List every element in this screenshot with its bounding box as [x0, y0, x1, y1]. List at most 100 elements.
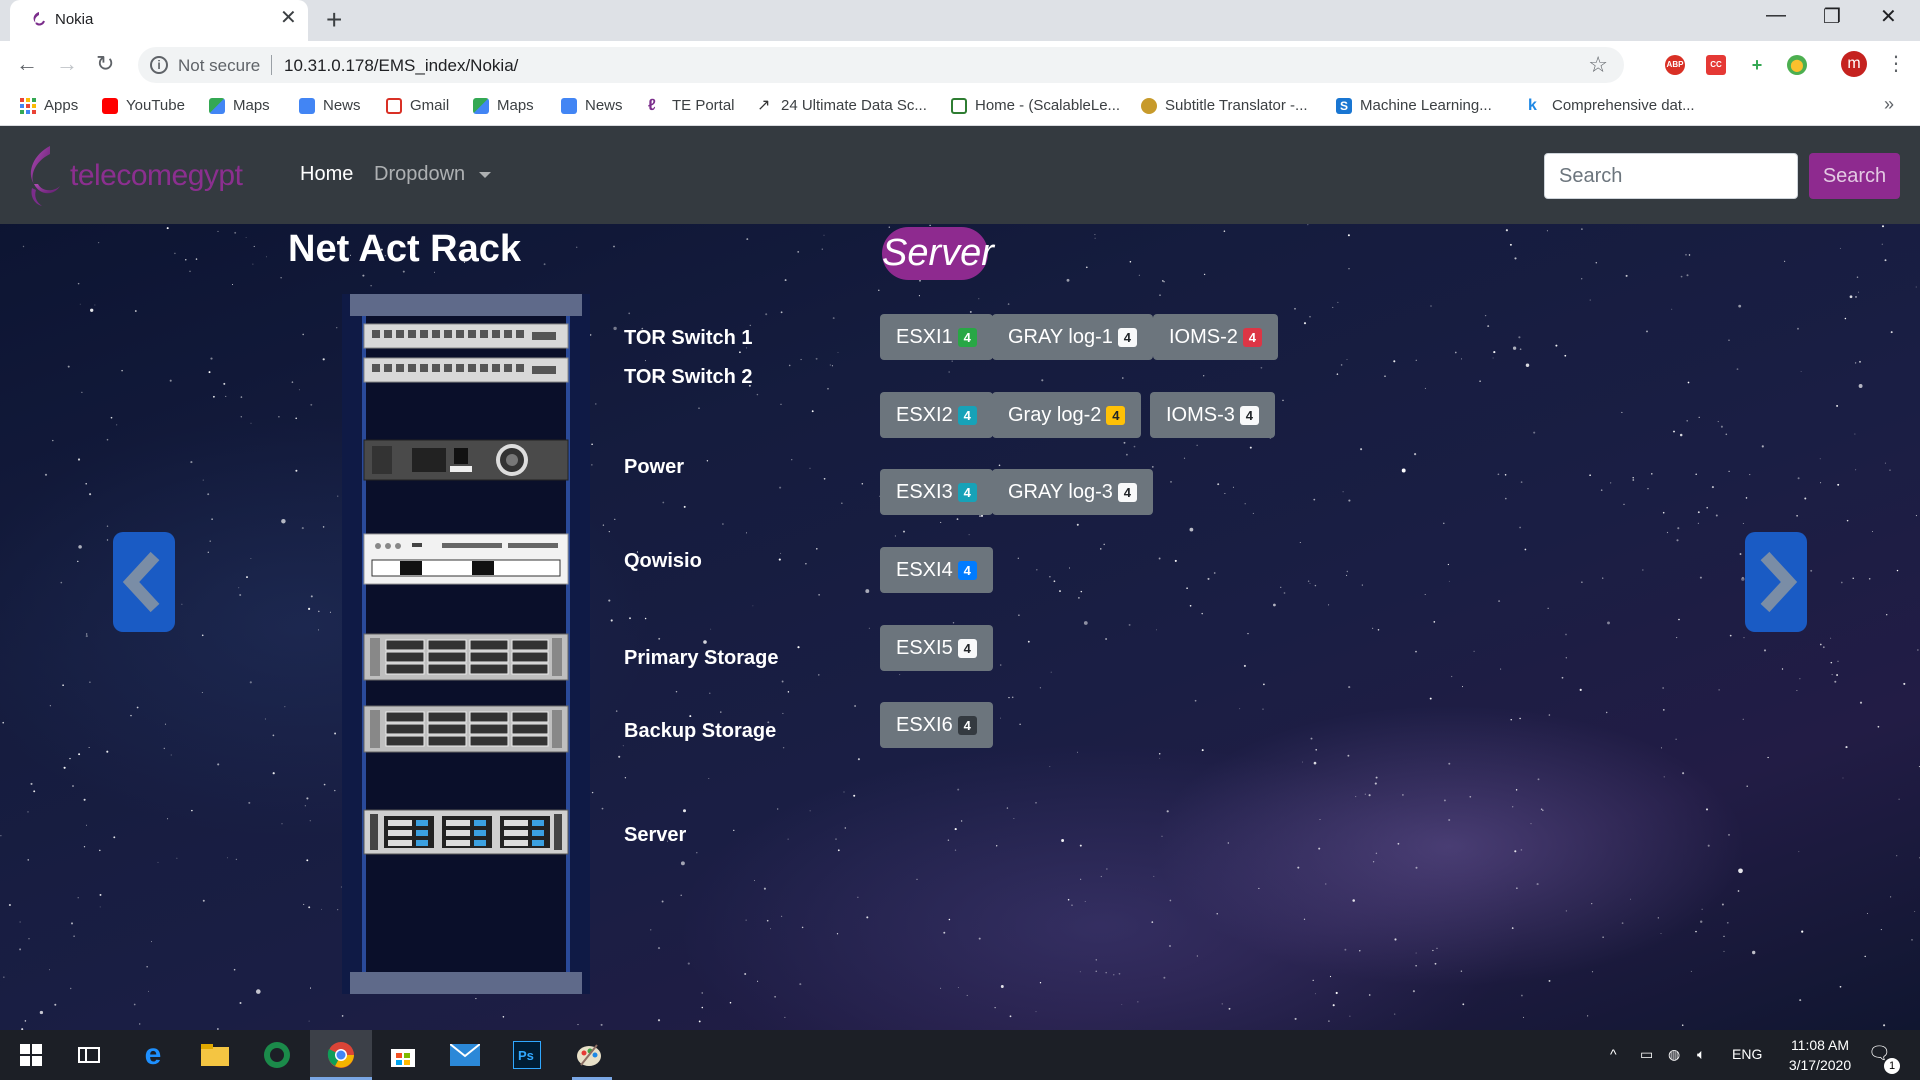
- star-dot: [622, 745, 624, 747]
- carousel-prev-button[interactable]: [113, 532, 175, 632]
- windows-start-icon[interactable]: [16, 1040, 46, 1070]
- star-dot: [1083, 621, 1088, 625]
- plus-extension-icon[interactable]: +: [1747, 55, 1767, 75]
- server-count-badge: 4: [957, 482, 977, 502]
- star-dot: [1126, 453, 1128, 456]
- server-count-badge: 4: [1106, 405, 1126, 425]
- star-dot: [784, 279, 787, 282]
- url-text[interactable]: 10.31.0.178/EMS_index/Nokia/: [284, 56, 518, 76]
- star-dot: [1183, 457, 1186, 459]
- star-dot: [337, 909, 339, 911]
- bookmark-gmail[interactable]: Gmail: [386, 97, 449, 114]
- nav-home-link[interactable]: Home: [300, 163, 353, 186]
- volume-muted-icon[interactable]: 🔈︎: [1697, 1046, 1705, 1063]
- bookmark-comprehensive[interactable]: k Comprehensive dat...: [1528, 97, 1695, 114]
- star-dot: [1094, 237, 1096, 239]
- server-button-gray-log-3[interactable]: GRAY log-3 4: [992, 469, 1153, 515]
- reload-icon[interactable]: ↻: [96, 50, 114, 78]
- file-explorer-icon[interactable]: [200, 1040, 230, 1070]
- server-button-esxi3[interactable]: ESXI3 4: [880, 469, 993, 515]
- star-dot: [121, 369, 123, 372]
- star-dot: [27, 859, 29, 861]
- bookmark-news-2[interactable]: News: [561, 97, 623, 114]
- star-dot: [334, 789, 336, 792]
- star-dot: [245, 237, 247, 238]
- window-close-icon[interactable]: ✕: [1880, 4, 1897, 29]
- paint-icon[interactable]: [574, 1040, 604, 1070]
- restore-icon[interactable]: ❐: [1823, 4, 1841, 29]
- bookmark-data-science[interactable]: ↗ 24 Ultimate Data Sc...: [757, 97, 927, 114]
- browser-tab[interactable]: Nokia ✕: [10, 0, 308, 41]
- network-globe-icon[interactable]: ◍: [1668, 1046, 1680, 1063]
- minimize-icon[interactable]: —: [1766, 4, 1786, 27]
- carousel-next-button[interactable]: [1745, 532, 1807, 632]
- forward-arrow-icon[interactable]: →: [56, 50, 78, 78]
- globe-extension-icon[interactable]: ⬤: [1787, 55, 1807, 75]
- cc-extension-icon[interactable]: CC: [1706, 55, 1726, 75]
- star-dot: [148, 990, 149, 992]
- info-icon[interactable]: i: [150, 56, 168, 74]
- new-tab-button[interactable]: +: [326, 4, 342, 36]
- bookmark-te-portal[interactable]: ℓ TE Portal: [648, 97, 735, 114]
- star-dot: [1720, 425, 1723, 428]
- nav-dropdown-toggle[interactable]: Dropdown: [374, 163, 491, 186]
- star-dot: [1348, 686, 1351, 689]
- star-dot: [1360, 448, 1363, 451]
- edge-dev-icon[interactable]: [262, 1040, 292, 1070]
- tab-close-icon[interactable]: ✕: [280, 8, 297, 28]
- bookmark-label: Apps: [44, 97, 79, 114]
- profile-avatar[interactable]: m: [1841, 51, 1867, 77]
- star-dot: [1868, 578, 1871, 580]
- search-button[interactable]: Search: [1809, 153, 1900, 199]
- server-button-esxi1[interactable]: ESXI1 4: [880, 314, 993, 360]
- mail-icon[interactable]: [450, 1040, 480, 1070]
- star-dot: [1106, 868, 1108, 870]
- back-arrow-icon[interactable]: ←: [16, 50, 38, 78]
- server-button-esxi2[interactable]: ESXI2 4: [880, 392, 993, 438]
- bookmarks-overflow-icon[interactable]: »: [1884, 94, 1894, 115]
- star-dot: [235, 858, 238, 861]
- bookmark-apps[interactable]: Apps: [20, 97, 78, 114]
- brand-logo[interactable]: telecomegypt: [20, 144, 243, 208]
- bookmark-star-icon[interactable]: ☆: [1588, 52, 1608, 78]
- star-dot: [969, 310, 972, 313]
- star-dot: [1510, 719, 1512, 721]
- star-dot: [77, 458, 81, 461]
- star-dot: [1914, 911, 1916, 912]
- search-input[interactable]: [1544, 153, 1798, 199]
- star-dot: [310, 403, 313, 406]
- clock-time: 11:08 AM: [1790, 1037, 1850, 1053]
- notification-count-badge: 1: [1884, 1058, 1900, 1074]
- bookmark-news[interactable]: News: [299, 97, 361, 114]
- bookmark-youtube[interactable]: YouTube: [102, 97, 185, 114]
- server-button-gray-log-2[interactable]: Gray log-2 4: [992, 392, 1142, 438]
- bookmark-subtitle-translator[interactable]: Subtitle Translator -...: [1141, 97, 1308, 114]
- store-icon[interactable]: [388, 1040, 418, 1070]
- taskbar-clock[interactable]: 11:08 AM 3/17/2020: [1760, 1035, 1880, 1075]
- address-bar[interactable]: i Not secure 10.31.0.178/EMS_index/Nokia…: [138, 47, 1624, 83]
- photoshop-icon[interactable]: Ps: [512, 1040, 542, 1070]
- show-hidden-icons-chevron-icon[interactable]: ^: [1610, 1046, 1617, 1062]
- server-button-gray-log-1[interactable]: GRAY log-1 4: [992, 314, 1153, 360]
- svg-text:Ps: Ps: [518, 1048, 534, 1063]
- language-indicator[interactable]: ENG: [1732, 1046, 1762, 1062]
- star-dot: [683, 505, 686, 508]
- server-button-esxi4[interactable]: ESXI4 4: [880, 547, 993, 593]
- browser-menu-icon[interactable]: ⋮: [1886, 51, 1906, 76]
- bookmark-maps-2[interactable]: Maps: [473, 97, 534, 114]
- star-dot: [1006, 807, 1009, 809]
- bookmark-machine-learning[interactable]: S Machine Learning...: [1336, 97, 1492, 114]
- battery-icon[interactable]: ▭: [1640, 1046, 1653, 1063]
- bookmark-maps[interactable]: Maps: [209, 97, 270, 114]
- server-button-ioms-2[interactable]: IOMS-2 4: [1153, 314, 1278, 360]
- edge-legacy-icon[interactable]: e: [138, 1038, 168, 1071]
- star-dot: [1662, 511, 1665, 514]
- star-dot: [69, 757, 71, 760]
- server-button-ioms-3[interactable]: IOMS-3 4: [1150, 392, 1275, 438]
- bookmark-scalable[interactable]: Home - (ScalableLe...: [951, 97, 1120, 114]
- server-button-esxi5[interactable]: ESXI5 4: [880, 625, 993, 671]
- server-button-esxi6[interactable]: ESXI6 4: [880, 702, 993, 748]
- chrome-icon[interactable]: [326, 1040, 356, 1070]
- adblock-extension-icon[interactable]: ABP: [1665, 55, 1685, 75]
- task-view-icon[interactable]: [74, 1040, 104, 1070]
